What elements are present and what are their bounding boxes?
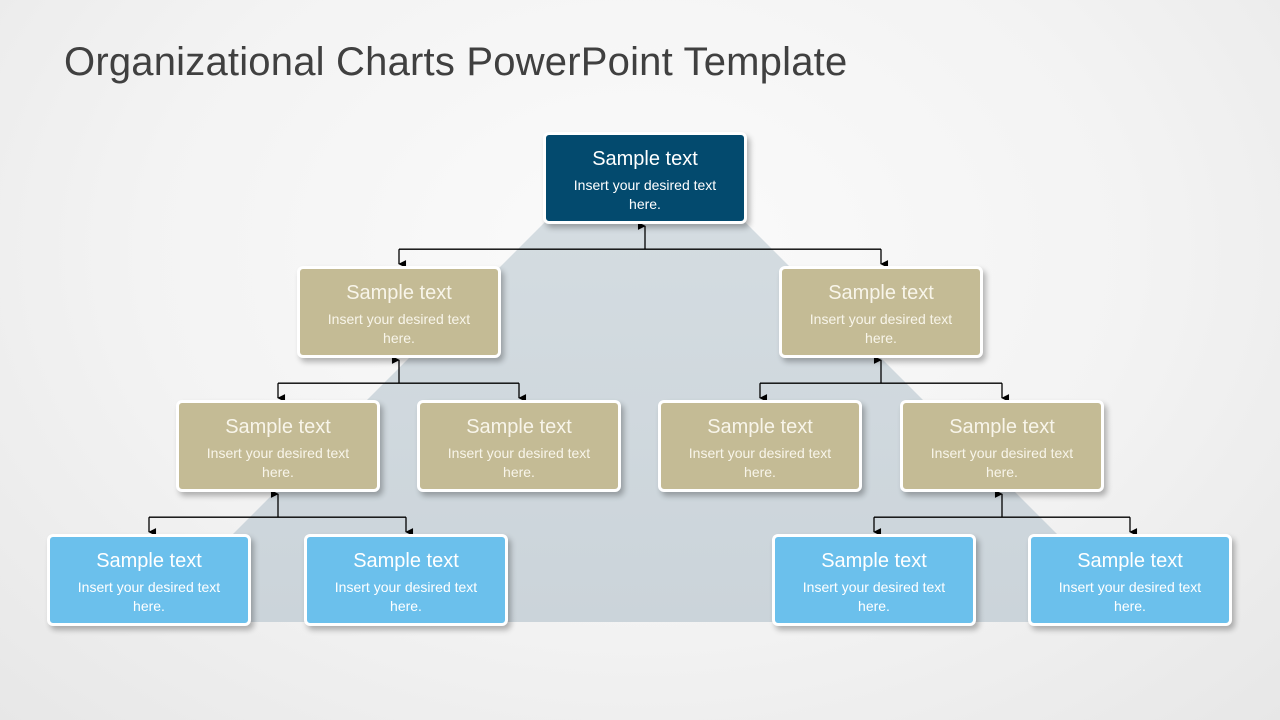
node-level2-left[interactable]: Sample text Insert your desired text her… [297, 266, 501, 358]
node-level4-4[interactable]: Sample text Insert your desired text her… [1028, 534, 1232, 626]
node-body: Insert your desired text here. [809, 311, 953, 346]
node-title: Sample text [821, 550, 927, 572]
node-level3-2[interactable]: Sample text Insert your desired text her… [417, 400, 621, 492]
node-body: Insert your desired text here. [688, 445, 832, 480]
node-level4-1[interactable]: Sample text Insert your desired text her… [47, 534, 251, 626]
node-body: Insert your desired text here. [77, 579, 221, 614]
node-level4-3[interactable]: Sample text Insert your desired text her… [772, 534, 976, 626]
node-level4-2[interactable]: Sample text Insert your desired text her… [304, 534, 508, 626]
node-title: Sample text [466, 416, 572, 438]
node-body: Insert your desired text here. [334, 579, 478, 614]
node-level3-3[interactable]: Sample text Insert your desired text her… [658, 400, 862, 492]
node-title: Sample text [96, 550, 202, 572]
node-title: Sample text [353, 550, 459, 572]
node-title: Sample text [346, 282, 452, 304]
node-level3-4[interactable]: Sample text Insert your desired text her… [900, 400, 1104, 492]
node-title: Sample text [707, 416, 813, 438]
node-level3-1[interactable]: Sample text Insert your desired text her… [176, 400, 380, 492]
node-body: Insert your desired text here. [327, 311, 471, 346]
node-title: Sample text [225, 416, 331, 438]
node-title: Sample text [828, 282, 934, 304]
node-title: Sample text [949, 416, 1055, 438]
node-body: Insert your desired text here. [206, 445, 350, 480]
node-root[interactable]: Sample text Insert your desired text her… [543, 132, 747, 224]
node-body: Insert your desired text here. [447, 445, 591, 480]
node-title: Sample text [1077, 550, 1183, 572]
node-level2-right[interactable]: Sample text Insert your desired text her… [779, 266, 983, 358]
node-body: Insert your desired text here. [930, 445, 1074, 480]
node-body: Insert your desired text here. [573, 177, 717, 212]
node-body: Insert your desired text here. [1058, 579, 1202, 614]
node-title: Sample text [592, 148, 698, 170]
node-body: Insert your desired text here. [802, 579, 946, 614]
